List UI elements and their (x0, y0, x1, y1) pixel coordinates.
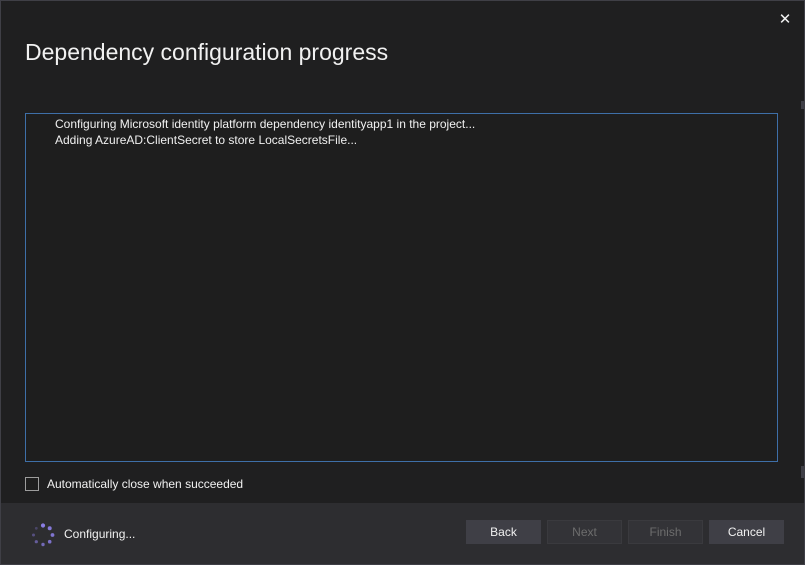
dependency-progress-dialog: ✕ Dependency configuration progress Conf… (0, 0, 805, 565)
auto-close-option[interactable]: Automatically close when succeeded (25, 475, 243, 493)
auto-close-checkbox[interactable] (25, 477, 39, 491)
next-button[interactable]: Next (547, 520, 622, 544)
dialog-title: Dependency configuration progress (25, 39, 389, 65)
dialog-footer: Configuring... Back Next Finish Cancel (1, 503, 804, 564)
progress-log[interactable]: Configuring Microsoft identity platform … (25, 113, 778, 462)
log-line: Configuring Microsoft identity platform … (55, 117, 476, 131)
auto-close-label: Automatically close when succeeded (47, 477, 244, 491)
back-button[interactable]: Back (466, 520, 541, 544)
cancel-button[interactable]: Cancel (709, 520, 784, 544)
spinner-icon (32, 523, 55, 547)
close-button[interactable]: ✕ (773, 9, 797, 31)
close-icon: ✕ (778, 11, 792, 28)
log-line: Adding AzureAD:ClientSecret to store Loc… (55, 133, 358, 147)
window-edge-mark (801, 101, 804, 109)
finish-button[interactable]: Finish (628, 520, 703, 544)
window-edge-mark (801, 466, 804, 478)
status-text: Configuring... (64, 527, 136, 541)
